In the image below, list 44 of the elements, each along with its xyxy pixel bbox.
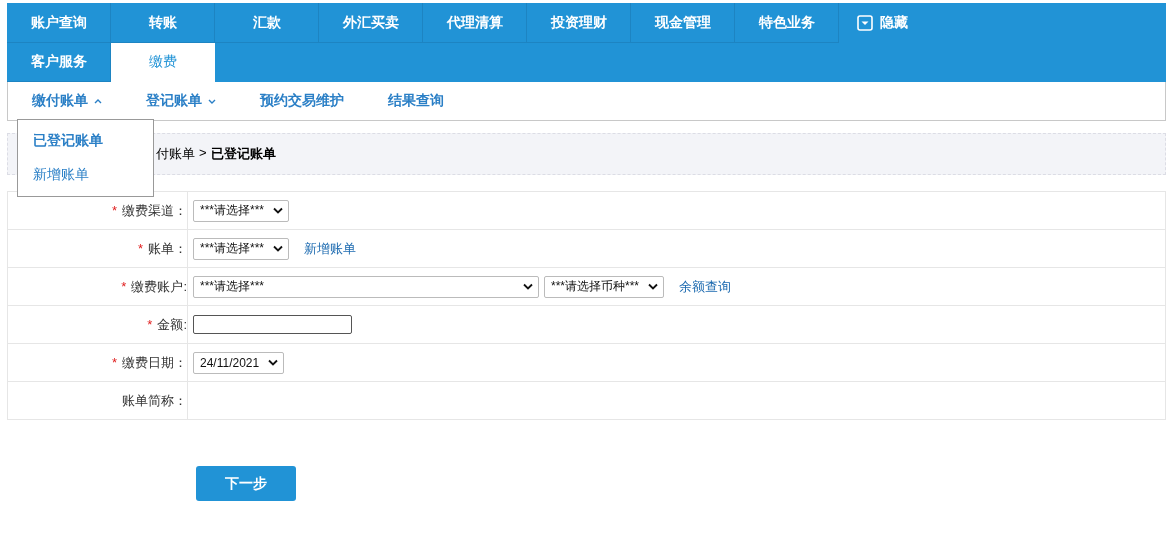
select-field[interactable]: 24/11/2021 xyxy=(193,351,285,374)
field-label: 金额: xyxy=(157,315,187,334)
field-label: 缴费账户: xyxy=(131,277,187,296)
select-field[interactable]: ***请选择*** xyxy=(193,199,290,222)
required-mark: * xyxy=(147,317,153,332)
field-label: 缴费日期： xyxy=(122,353,187,372)
required-mark: * xyxy=(137,241,143,256)
menu-item[interactable]: 登记账单 xyxy=(146,92,216,110)
input-field[interactable] xyxy=(193,315,352,334)
field-label: 账单： xyxy=(148,239,187,258)
chevron-icon xyxy=(648,283,659,290)
link[interactable]: 余额查询 xyxy=(679,277,732,296)
breadcrumb-current: 已登记账单 xyxy=(210,145,276,163)
required-mark: * xyxy=(111,203,117,218)
hide-button[interactable]: 隐藏 xyxy=(839,3,908,43)
dropdown-item[interactable]: 新增账单 xyxy=(18,158,153,192)
breadcrumb-separator: > xyxy=(199,145,207,162)
required-mark: * xyxy=(111,355,117,370)
menu-item[interactable]: 缴付账单 xyxy=(32,92,102,110)
chevron-icon xyxy=(523,283,533,290)
chevron-icon xyxy=(273,207,284,214)
nav-tab[interactable]: 现金管理 xyxy=(631,3,735,43)
chevron-icon xyxy=(273,245,284,252)
nav-tab[interactable]: 代理清算 xyxy=(423,3,527,43)
field-label: 缴费渠道： xyxy=(122,201,187,220)
nav-tab[interactable]: 投资理财 xyxy=(527,3,631,43)
nav-tab[interactable]: 账户查询 xyxy=(7,3,111,43)
dropdown-item[interactable]: 已登记账单 xyxy=(18,124,153,158)
nav-tab[interactable]: 汇款 xyxy=(215,3,319,43)
next-button[interactable]: 下一步 xyxy=(196,466,296,501)
dropdown-icon xyxy=(857,15,873,31)
field-label: 账单简称： xyxy=(122,391,187,410)
chevron-icon xyxy=(268,359,279,366)
nav-tab[interactable]: 缴费 xyxy=(111,43,215,82)
select-field[interactable]: ***请选择*** xyxy=(193,275,539,298)
required-mark: * xyxy=(121,279,127,294)
select-field[interactable]: ***请选择币种*** xyxy=(544,275,665,298)
menu-item[interactable]: 预约交易维护 xyxy=(260,92,344,110)
breadcrumb-link[interactable]: 付账单 xyxy=(156,145,195,163)
select-field[interactable]: ***请选择*** xyxy=(193,237,290,260)
link[interactable]: 新增账单 xyxy=(304,239,357,258)
menu-item[interactable]: 结果查询 xyxy=(388,92,444,110)
nav-tab[interactable]: 外汇买卖 xyxy=(319,3,423,43)
nav-tab[interactable]: 特色业务 xyxy=(735,3,839,43)
